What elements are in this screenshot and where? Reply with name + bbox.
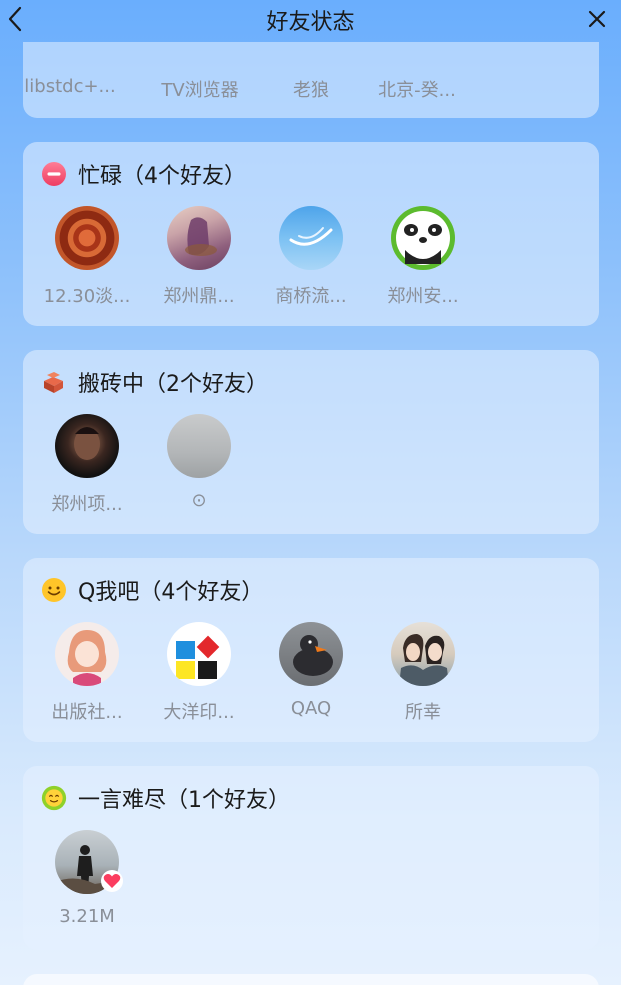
friend-item[interactable]: 郑州鼎... <box>151 206 247 308</box>
friend-name: 12.30淡... <box>43 286 131 307</box>
group-card-speechless: 一言难尽（1个好友） 3.21M <box>23 766 599 950</box>
group-header[interactable]: Q我吧（4个好友） <box>41 574 263 606</box>
avatar <box>167 414 231 478</box>
page-title: 好友状态 <box>266 10 355 35</box>
group-card-qme: Q我吧（4个好友） 出版社... 大洋印... QAQ 所幸 <box>23 558 599 742</box>
friend-name: 所幸 <box>405 702 441 723</box>
avatar <box>167 622 231 686</box>
group-header[interactable]: 一言难尽（1个好友） <box>41 782 290 814</box>
friend-item[interactable]: 所幸 <box>375 622 471 724</box>
friend-name: 3.21M <box>59 906 115 927</box>
avatar <box>55 206 119 270</box>
friend-name: ⊙ <box>191 490 207 511</box>
avatar <box>279 206 343 270</box>
friend-name[interactable]: TV浏览器 <box>145 76 255 102</box>
friend-item[interactable]: 出版社... <box>39 622 135 724</box>
friend-name[interactable]: 北京-癸... <box>362 76 472 102</box>
next-group-card-peek <box>23 974 599 985</box>
friend-item[interactable]: 大洋印... <box>151 622 247 724</box>
avatar <box>279 622 343 686</box>
friend-name: 郑州鼎... <box>163 286 235 307</box>
avatar <box>391 206 455 270</box>
group-title: 一言难尽（1个好友） <box>78 788 290 813</box>
friend-name: 郑州安... <box>387 286 459 307</box>
friend-name: 大洋印... <box>163 702 235 723</box>
friend-name: 出版社... <box>51 702 123 723</box>
group-title: 忙碌（4个好友） <box>78 164 246 189</box>
friend-name[interactable]: libstdc+... <box>15 76 125 97</box>
friend-name: 商桥流... <box>275 286 347 307</box>
heart-badge-icon <box>101 870 123 892</box>
group-title: 搬砖中（2个好友） <box>78 372 268 397</box>
friend-name[interactable]: 老狼 <box>256 76 366 102</box>
brick-icon <box>41 369 67 395</box>
friend-item[interactable]: 12.30淡... <box>39 206 135 308</box>
minus-circle-icon <box>41 161 67 187</box>
avatar <box>55 830 123 894</box>
partial-group-card: libstdc+... TV浏览器 老狼 北京-癸... <box>23 42 599 118</box>
group-card-busy: 忙碌（4个好友） 12.30淡... 郑州鼎... 商桥流... 郑州安... <box>23 142 599 326</box>
friend-item[interactable]: 郑州安... <box>375 206 471 308</box>
sun-face-icon <box>41 785 67 811</box>
friend-item[interactable]: QAQ <box>263 622 359 719</box>
friend-item[interactable]: 3.21M <box>39 830 135 927</box>
friend-name: QAQ <box>290 698 332 719</box>
friend-item[interactable]: 郑州项... <box>39 414 135 516</box>
group-header[interactable]: 忙碌（4个好友） <box>41 158 246 190</box>
close-button[interactable] <box>583 5 611 33</box>
avatar <box>391 622 455 686</box>
smile-icon <box>41 577 67 603</box>
group-header[interactable]: 搬砖中（2个好友） <box>41 366 268 398</box>
avatar <box>55 414 119 478</box>
top-bar: 好友状态 <box>0 0 621 40</box>
avatar <box>167 206 231 270</box>
close-icon <box>588 10 606 28</box>
group-card-working: 搬砖中（2个好友） 郑州项... ⊙ <box>23 350 599 534</box>
group-title: Q我吧（4个好友） <box>78 580 264 605</box>
friend-item[interactable]: ⊙ <box>151 414 247 511</box>
friend-item[interactable]: 商桥流... <box>263 206 359 308</box>
avatar <box>55 622 119 686</box>
friend-name: 郑州项... <box>51 494 123 515</box>
